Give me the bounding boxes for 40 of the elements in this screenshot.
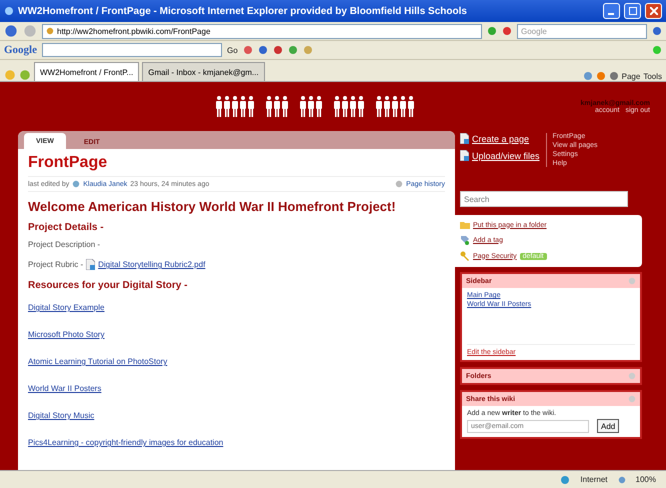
maximize-icon bbox=[628, 7, 636, 15]
tools-menu[interactable]: Tools bbox=[643, 72, 662, 81]
browser-tab[interactable]: Gmail - Inbox - kmjanek@gm... bbox=[142, 62, 265, 81]
key-icon bbox=[460, 251, 470, 261]
file-link[interactable]: Digital Storytelling Rubric2.pdf bbox=[98, 260, 206, 269]
resource-link[interactable]: Digital Story Music bbox=[28, 411, 94, 420]
close-icon bbox=[650, 7, 658, 15]
browser-tab[interactable]: WW2Homefront / FrontP... bbox=[34, 62, 140, 81]
document-icon bbox=[460, 150, 469, 161]
go-button[interactable]: Go bbox=[227, 46, 238, 54]
action-link[interactable]: Upload/view files bbox=[460, 150, 540, 161]
resource-link[interactable]: Pics4Learning - copyright-friendly images for education bbox=[28, 438, 224, 447]
zoom-level[interactable]: 100% bbox=[636, 475, 656, 484]
section-heading: Resources for your Digital Story - bbox=[28, 280, 188, 291]
folder-icon bbox=[460, 221, 470, 229]
resource-link[interactable]: World War II Posters bbox=[28, 384, 102, 393]
page-menu[interactable]: Page bbox=[622, 72, 640, 81]
minimize-button[interactable] bbox=[603, 3, 620, 19]
document-icon bbox=[460, 133, 469, 144]
security-zone: Internet bbox=[580, 475, 608, 484]
sidebar-search-field[interactable]: Search bbox=[460, 191, 628, 207]
close-button[interactable] bbox=[645, 3, 662, 19]
status-dot-icon bbox=[652, 45, 662, 55]
resource-link[interactable]: Atomic Learning Tutorial on PhotoStory bbox=[28, 357, 168, 366]
maximize-button[interactable] bbox=[624, 3, 641, 19]
resource-link[interactable]: Microsoft Photo Story bbox=[28, 330, 104, 339]
toolbar-search-field[interactable] bbox=[42, 43, 222, 57]
resource-link[interactable]: Digital Story Example bbox=[28, 303, 104, 312]
tag-icon bbox=[460, 235, 470, 245]
page-heading: Welcome American History World War II Homefront Project! bbox=[28, 199, 397, 214]
body-text: Project Description - bbox=[28, 240, 100, 249]
add-button[interactable]: Add bbox=[597, 419, 620, 433]
section-heading: Project Details - bbox=[28, 222, 105, 233]
pdf-file-icon bbox=[86, 259, 96, 270]
address-field[interactable]: http://ww2homefront.pbwiki.com/FrontPage bbox=[42, 24, 482, 38]
window-title: WW2Homefront / FrontPage - Microsoft Internet Explorer provided by Bloomfield Hills Schools bbox=[18, 6, 468, 16]
page-title: FrontPage bbox=[28, 154, 108, 172]
body-text: Project Rubric - bbox=[28, 260, 84, 269]
google-logo: Google bbox=[4, 44, 37, 56]
action-link[interactable]: Create a page bbox=[460, 133, 540, 144]
